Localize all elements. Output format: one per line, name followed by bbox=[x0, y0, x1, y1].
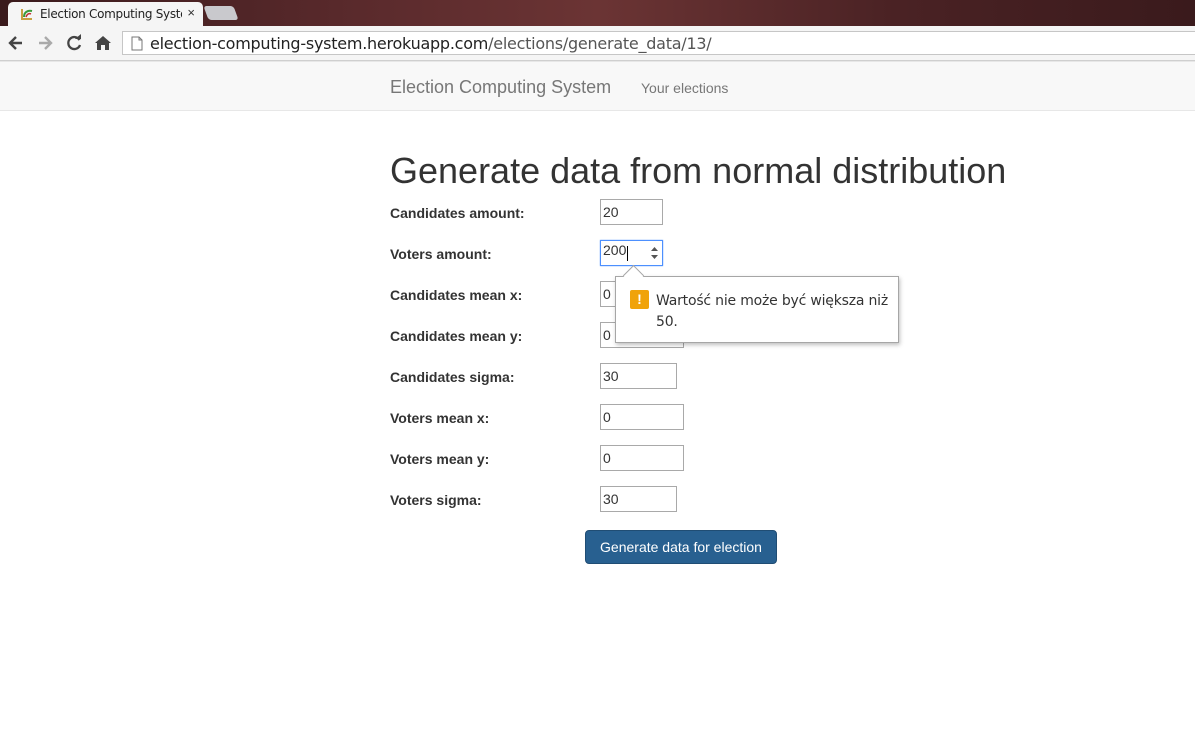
nav-link-your-elections[interactable]: Your elections bbox=[641, 80, 728, 96]
candidates-sigma-input[interactable] bbox=[600, 363, 677, 389]
voters-sigma-label: Voters sigma: bbox=[390, 492, 482, 508]
navbar-brand[interactable]: Election Computing System bbox=[390, 77, 611, 98]
reload-icon[interactable] bbox=[64, 33, 84, 53]
forward-arrow-icon[interactable] bbox=[35, 33, 55, 53]
favicon-icon bbox=[21, 9, 33, 20]
voters-amount-value: 200 bbox=[603, 242, 627, 258]
candidates-amount-input[interactable] bbox=[600, 199, 663, 225]
generate-data-button[interactable]: Generate data for election bbox=[585, 530, 777, 564]
candidates-mean-x-label: Candidates mean x: bbox=[390, 287, 523, 303]
warning-icon: ! bbox=[630, 290, 649, 309]
url-host: election-computing-system.herokuapp.com bbox=[150, 34, 489, 53]
url-text: election-computing-system.herokuapp.com/… bbox=[150, 34, 712, 53]
browser-tab[interactable]: Election Computing System × bbox=[8, 2, 203, 26]
app-navbar: Election Computing System Your elections bbox=[0, 61, 1195, 111]
browser-toolbar: election-computing-system.herokuapp.com/… bbox=[0, 26, 1195, 61]
validation-message: Wartość nie może być większa niż 50. bbox=[656, 293, 888, 330]
new-tab-button[interactable] bbox=[203, 6, 239, 20]
voters-mean-y-label: Voters mean y: bbox=[390, 451, 490, 467]
close-tab-icon[interactable]: × bbox=[187, 6, 195, 20]
voters-sigma-input[interactable] bbox=[600, 486, 677, 512]
page-title: Generate data from normal distribution bbox=[390, 150, 1007, 191]
voters-amount-label: Voters amount: bbox=[390, 246, 492, 262]
number-spinner-icon[interactable] bbox=[650, 245, 659, 261]
voters-mean-y-input[interactable] bbox=[600, 445, 684, 471]
tooltip-arrow bbox=[622, 264, 645, 287]
voters-mean-x-label: Voters mean x: bbox=[390, 410, 490, 426]
voters-mean-x-input[interactable] bbox=[600, 404, 684, 430]
home-icon[interactable] bbox=[93, 33, 113, 53]
browser-tab-strip: Election Computing System × bbox=[0, 0, 1195, 26]
voters-amount-input[interactable]: 200 bbox=[600, 240, 663, 266]
validation-tooltip: ! Wartość nie może być większa niż 50. bbox=[615, 264, 899, 343]
text-caret bbox=[627, 246, 628, 261]
page-icon bbox=[131, 36, 143, 51]
url-path: /elections/generate_data/13/ bbox=[488, 34, 712, 53]
back-arrow-icon[interactable] bbox=[6, 33, 26, 53]
tab-title: Election Computing System bbox=[40, 7, 182, 21]
candidates-mean-y-label: Candidates mean y: bbox=[390, 328, 523, 344]
candidates-sigma-label: Candidates sigma: bbox=[390, 369, 515, 385]
candidates-amount-label: Candidates amount: bbox=[390, 205, 525, 221]
address-bar[interactable]: election-computing-system.herokuapp.com/… bbox=[122, 31, 1195, 55]
